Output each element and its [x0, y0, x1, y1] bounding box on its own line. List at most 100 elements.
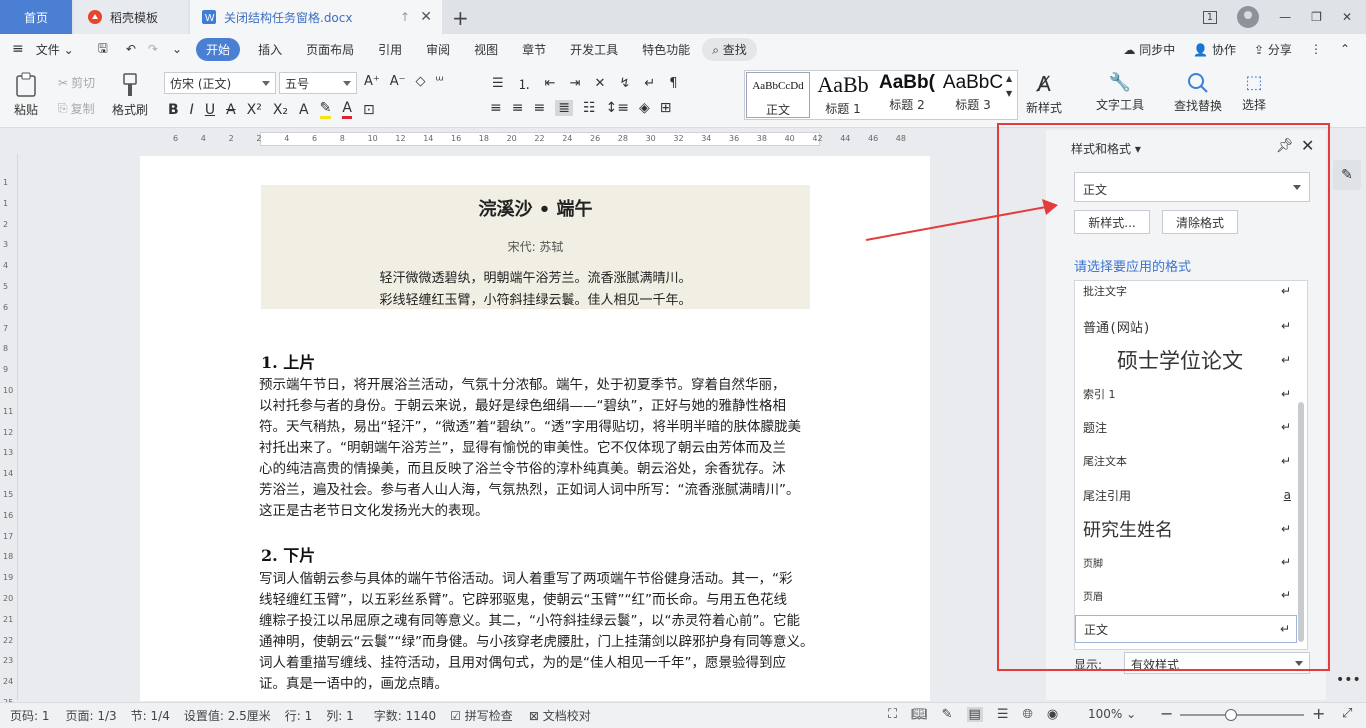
menu-chapter[interactable]: 章节	[510, 41, 558, 58]
web-view-icon[interactable]: 🌐︎	[1022, 707, 1032, 722]
sort-icon[interactable]: ↯	[619, 76, 630, 91]
style-heading1[interactable]: AaBb 标题 1	[812, 72, 874, 118]
justify-icon[interactable]: ≣	[555, 100, 573, 116]
align-right-icon[interactable]: ≡	[533, 100, 545, 116]
sync-button[interactable]: ☁ 同步中	[1123, 41, 1175, 58]
more-options-icon[interactable]: ⋮	[1310, 42, 1322, 56]
status-setting[interactable]: 设置值: 2.5厘米	[184, 707, 271, 724]
bold-icon[interactable]: B	[168, 102, 179, 118]
edit-pane-icon[interactable]: ✎	[1333, 160, 1361, 190]
more-icon[interactable]: ⌄	[164, 42, 190, 56]
copy-button[interactable]: ⎘ 复制	[58, 100, 95, 117]
outline-view-icon[interactable]: ☰	[997, 707, 1009, 722]
new-style-button[interactable]: A̸ 新样式	[1026, 72, 1062, 116]
paste-button[interactable]: 粘贴	[14, 72, 38, 118]
subscript-icon[interactable]: X₂	[273, 102, 288, 118]
show-marks-icon[interactable]: ¶	[669, 76, 677, 91]
status-page-num[interactable]: 页码: 1	[10, 707, 50, 724]
status-section[interactable]: 节: 1/4	[131, 707, 170, 724]
align-left-icon[interactable]: ≡	[490, 100, 502, 116]
chinese-layout-icon[interactable]: ✕	[594, 76, 605, 91]
menu-view[interactable]: 视图	[462, 41, 510, 58]
upload-icon[interactable]: ↑	[400, 10, 410, 24]
line-spacing-icon[interactable]: ↕≡	[606, 100, 629, 116]
text-tools-button[interactable]: 🔧 文字工具	[1096, 72, 1144, 113]
underline-icon[interactable]: U	[205, 102, 215, 118]
decrease-indent-icon[interactable]: ⇤	[545, 76, 556, 91]
save-icon[interactable]: 🖫	[86, 39, 120, 60]
zoom-slider-track[interactable]	[1180, 714, 1304, 716]
font-color-icon[interactable]: A	[342, 100, 352, 119]
proofread-button[interactable]: ⊠ 文档校对	[529, 707, 591, 724]
close-tab-icon[interactable]: ✕	[420, 9, 432, 25]
find-replace-button[interactable]: 查找替换	[1174, 72, 1222, 114]
style-gallery-scroll[interactable]: ▲ ▼	[1006, 74, 1012, 98]
highlight-icon[interactable]: ✎	[319, 100, 332, 119]
shrink-font-icon[interactable]: A⁻	[390, 74, 406, 89]
collab-button[interactable]: 👤 协作	[1193, 41, 1236, 58]
avatar[interactable]	[1237, 6, 1260, 28]
line-break-icon[interactable]: ↵	[644, 76, 655, 91]
text-effect-icon[interactable]: A	[299, 102, 309, 118]
bullet-list-icon[interactable]: ☰	[492, 76, 504, 91]
shading-icon[interactable]: ◈	[639, 100, 650, 116]
font-name-select[interactable]: 仿宋 (正文)	[164, 72, 276, 94]
menu-insert[interactable]: 插入	[246, 41, 294, 58]
fit-page-icon[interactable]: ⤢	[1342, 706, 1352, 721]
reading-mode-icon[interactable]: 📖︎	[911, 707, 928, 722]
zoom-out-icon[interactable]: −	[1160, 704, 1173, 723]
menu-features[interactable]: 特色功能	[630, 41, 702, 58]
menu-search[interactable]: ⌕ 查找	[702, 37, 757, 61]
zoom-in-icon[interactable]: +	[1312, 704, 1325, 723]
menu-dev-tools[interactable]: 开发工具	[558, 41, 630, 58]
cut-button[interactable]: ✂ 剪切	[58, 74, 95, 91]
close-window-icon[interactable]: ✕	[1342, 10, 1352, 24]
menu-file[interactable]: 文件 ⌄	[36, 41, 86, 58]
fullscreen-icon[interactable]: ⛶	[888, 707, 897, 722]
italic-icon[interactable]: I	[190, 102, 194, 118]
spell-check-button[interactable]: ☑ 拼写检查	[450, 707, 513, 724]
clear-format-icon[interactable]: ◇	[416, 74, 426, 89]
format-painter-button[interactable]: 格式刷	[112, 72, 148, 118]
menu-start[interactable]: 开始	[196, 37, 241, 61]
zoom-slider-thumb[interactable]	[1225, 709, 1237, 721]
increase-indent-icon[interactable]: ⇥	[570, 76, 581, 91]
phonetic-icon[interactable]: ᵚ	[436, 74, 444, 89]
menu-page-layout[interactable]: 页面布局	[294, 41, 366, 58]
status-page-total[interactable]: 页面: 1/3	[66, 707, 117, 724]
share-button[interactable]: ⇪ 分享	[1254, 41, 1292, 58]
eye-protect-icon[interactable]: ◉	[1047, 707, 1058, 722]
status-words[interactable]: 字数: 1140	[374, 707, 436, 724]
redo-icon[interactable]: ↷	[142, 42, 164, 56]
zoom-level[interactable]: 100% ⌄	[1088, 707, 1136, 721]
hamburger-icon[interactable]: ≡	[0, 41, 36, 57]
restore-icon[interactable]: ❐	[1311, 10, 1322, 24]
select-button[interactable]: ⬚ 选择	[1242, 72, 1266, 113]
borders-icon[interactable]: ⊞	[660, 100, 672, 116]
menu-references[interactable]: 引用	[366, 41, 414, 58]
superscript-icon[interactable]: X²	[247, 102, 262, 118]
style-heading2[interactable]: AaBb( 标题 2	[876, 72, 938, 118]
status-col[interactable]: 列: 1	[326, 707, 354, 724]
tab-document[interactable]: W 关闭结构任务窗格.docx ↑ ✕	[190, 0, 442, 34]
char-border-icon[interactable]: ⊡	[363, 102, 375, 118]
more-pane-icon[interactable]: •••	[1336, 672, 1361, 688]
menu-review[interactable]: 审阅	[414, 41, 462, 58]
document-page[interactable]: 浣溪沙 • 端午 宋代: 苏轼 轻汗微微透碧纨，明朝端午浴芳兰。流香涨腻满晴川。…	[140, 156, 930, 701]
undo-icon[interactable]: ↶	[120, 42, 142, 56]
style-normal[interactable]: AaBbCcDd 正文	[746, 72, 810, 118]
grow-font-icon[interactable]: A⁺	[364, 74, 380, 89]
collapse-ribbon-icon[interactable]: ⌃	[1340, 42, 1350, 56]
status-row[interactable]: 行: 1	[285, 707, 313, 724]
page-count-badge[interactable]: 1	[1202, 10, 1218, 24]
page-view-icon[interactable]: ▤	[966, 707, 983, 722]
write-mode-icon[interactable]: ✎	[942, 707, 953, 722]
strikethrough-icon[interactable]: A	[226, 102, 236, 118]
tab-template[interactable]: 稻壳模板	[74, 0, 188, 34]
distribute-icon[interactable]: ☷	[583, 100, 596, 116]
align-center-icon[interactable]: ≡	[512, 100, 524, 116]
font-size-select[interactable]: 五号	[279, 72, 357, 94]
style-heading3[interactable]: AaBbC 标题 3	[940, 72, 1006, 118]
tab-home[interactable]: 首页	[0, 0, 72, 34]
minimize-icon[interactable]: —	[1279, 10, 1291, 24]
